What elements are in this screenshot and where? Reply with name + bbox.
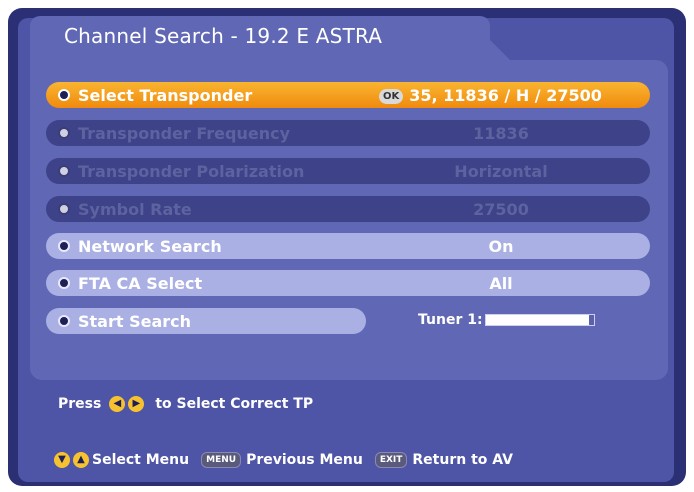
menu-row-value: All: [489, 273, 513, 293]
title-tab-slope: [466, 16, 510, 60]
bullet-icon: [58, 127, 70, 139]
menu-row-start-search[interactable]: Start Search: [46, 308, 366, 334]
menu-row-value: 27500: [473, 199, 529, 219]
tuner-signal-fill: [486, 315, 589, 325]
up-arrow-key-icon: ▲: [73, 452, 89, 468]
tuner-label: Tuner 1:: [418, 312, 483, 328]
bullet-icon: [58, 89, 70, 101]
menu-row-fta-ca-select[interactable]: FTA CA Select All: [46, 270, 650, 296]
menu-row-label: Start Search: [78, 311, 192, 331]
menu-row-transponder-polarization: Transponder Polarization Horizontal: [46, 158, 650, 184]
footer-previous-menu: Previous Menu: [246, 452, 363, 468]
hint-press: Press: [58, 396, 102, 412]
bullet-icon: [58, 165, 70, 177]
transponder-value: 35, 11836 / H / 27500: [409, 85, 602, 105]
menu-key-icon: MENU: [201, 452, 242, 468]
bullet-icon: [58, 203, 70, 215]
menu-row-value: On: [488, 236, 514, 256]
menu-row-network-search[interactable]: Network Search On: [46, 233, 650, 259]
footer-legend: ▼ ▲ Select Menu MENU Previous Menu EXIT …: [54, 452, 513, 468]
down-arrow-key-icon: ▼: [54, 452, 70, 468]
left-arrow-key-icon: ◀: [109, 396, 126, 412]
page-title: Channel Search - 19.2 E ASTRA: [64, 24, 383, 48]
right-arrow-key-icon: ▶: [128, 396, 145, 412]
tuner-signal-bar: [485, 314, 595, 326]
hint-bar: Press ◀ ▶ to Select Correct TP: [58, 396, 313, 412]
menu-row-value: 11836: [473, 123, 529, 143]
menu-row-transponder-frequency: Transponder Frequency 11836: [46, 120, 650, 146]
bullet-icon: [58, 240, 70, 252]
bullet-icon: [58, 277, 70, 289]
hint-text: to Select Correct TP: [155, 396, 314, 412]
footer-select-menu: Select Menu: [92, 452, 190, 468]
menu-row-value: Horizontal: [454, 161, 548, 181]
exit-key-icon: EXIT: [374, 452, 408, 468]
menu-row-symbol-rate: Symbol Rate 27500: [46, 196, 650, 222]
menu-row-value: OK 35, 11836 / H / 27500: [379, 86, 639, 105]
footer-return-to-av: Return to AV: [412, 452, 513, 468]
ok-icon: OK: [379, 88, 404, 104]
menu-row-select-transponder[interactable]: Select Transponder OK 35, 11836 / H / 275…: [46, 82, 650, 108]
bullet-icon: [58, 315, 70, 327]
